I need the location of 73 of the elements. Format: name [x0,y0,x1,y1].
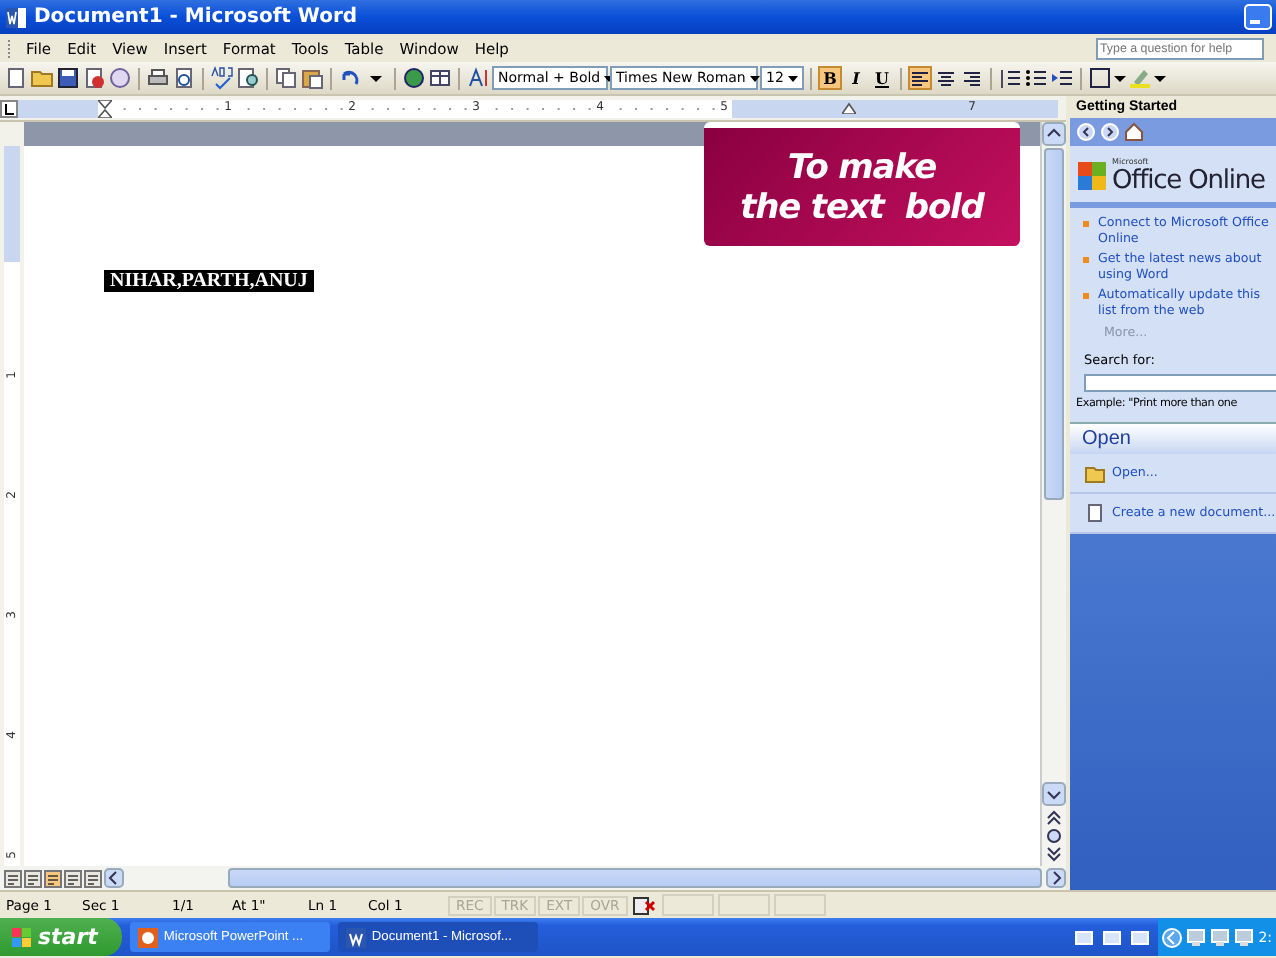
indent-marker-icon[interactable] [842,102,856,114]
office-logo-icon [1076,160,1108,192]
align-right-button[interactable] [960,66,984,90]
bullet-icon [1082,252,1092,268]
save-icon[interactable] [56,66,80,90]
ruler-margin [4,146,20,262]
word-document-icon [4,5,28,29]
minimize-icon[interactable] [1244,4,1272,30]
numbering-icon[interactable] [998,66,1022,90]
bullets-icon[interactable] [1024,66,1048,90]
search-field[interactable] [1084,374,1276,392]
dropdown-arrow-icon [749,73,760,83]
print-icon[interactable] [146,66,170,90]
outline-view-icon[interactable] [64,869,82,887]
paste-icon[interactable] [300,66,324,90]
scroll-thumb[interactable] [1044,148,1064,500]
scroll-thumb[interactable] [228,868,1042,888]
windows-flag-icon [12,927,32,947]
table-icon[interactable] [428,66,452,90]
new-document-icon [1084,502,1106,524]
next-page-icon[interactable] [1042,846,1066,866]
folder-icon [1084,462,1106,484]
align-lines-icon [936,69,956,87]
office-online-logo-text: Office Online [1112,166,1265,196]
word-app-icon [345,927,366,947]
align-lines-icon [910,69,930,87]
scroll-left-icon[interactable] [104,868,124,888]
align-left-button[interactable] [908,66,932,90]
scroll-down-icon[interactable] [1042,782,1066,806]
spelling-icon[interactable] [210,66,234,90]
italic-button[interactable]: I [844,66,868,90]
web-layout-icon[interactable] [24,869,42,887]
folder-icon[interactable] [30,66,54,90]
underline-button[interactable]: U [870,66,894,90]
new-document-icon[interactable] [4,66,28,90]
ruler-margin [18,99,98,117]
bullet-icon [1082,288,1092,304]
print-preview-icon[interactable] [172,66,196,90]
border-icon[interactable] [1088,66,1112,90]
window-title: Document1 - Microsoft Word [34,6,360,28]
scroll-up-icon[interactable] [1042,122,1066,146]
styles-icon[interactable] [466,66,490,90]
powerpoint-app-icon [137,927,158,947]
indent-icon[interactable] [1050,66,1074,90]
undo-icon[interactable] [338,66,362,90]
research-icon[interactable] [236,66,260,90]
align-center-button[interactable] [934,66,958,90]
callout-text: To make [787,147,937,187]
scroll-right-icon[interactable] [1046,868,1066,888]
copy-icon[interactable] [274,66,298,90]
section-header: Open [1070,422,1276,454]
callout-text: the text bold [740,187,984,227]
status-panel [773,894,826,916]
bold-button[interactable]: B [818,66,842,90]
home-icon[interactable] [1124,122,1144,142]
status-panel [717,894,770,916]
spelling-status-icon [629,895,658,915]
dropdown-arrow-icon [788,73,798,83]
tab-stop-icon[interactable] [0,99,18,117]
display-icon[interactable] [1234,927,1255,947]
align-lines-icon [962,69,982,87]
computer-icon[interactable] [1186,927,1207,947]
print-layout-icon[interactable] [44,869,62,887]
normal-view-icon[interactable] [4,869,22,887]
previous-page-icon[interactable] [1042,806,1066,826]
bullet-icon [1082,216,1092,232]
document-text: NIHAR,PARTH,ANUJ [104,270,314,292]
chevron-left-icon[interactable] [1162,927,1183,947]
status-panel [661,894,714,916]
permission-icon[interactable] [82,66,106,90]
reading-layout-icon[interactable] [84,869,102,887]
browse-object-icon[interactable] [1042,826,1066,846]
monitor-icon[interactable] [1210,927,1231,947]
